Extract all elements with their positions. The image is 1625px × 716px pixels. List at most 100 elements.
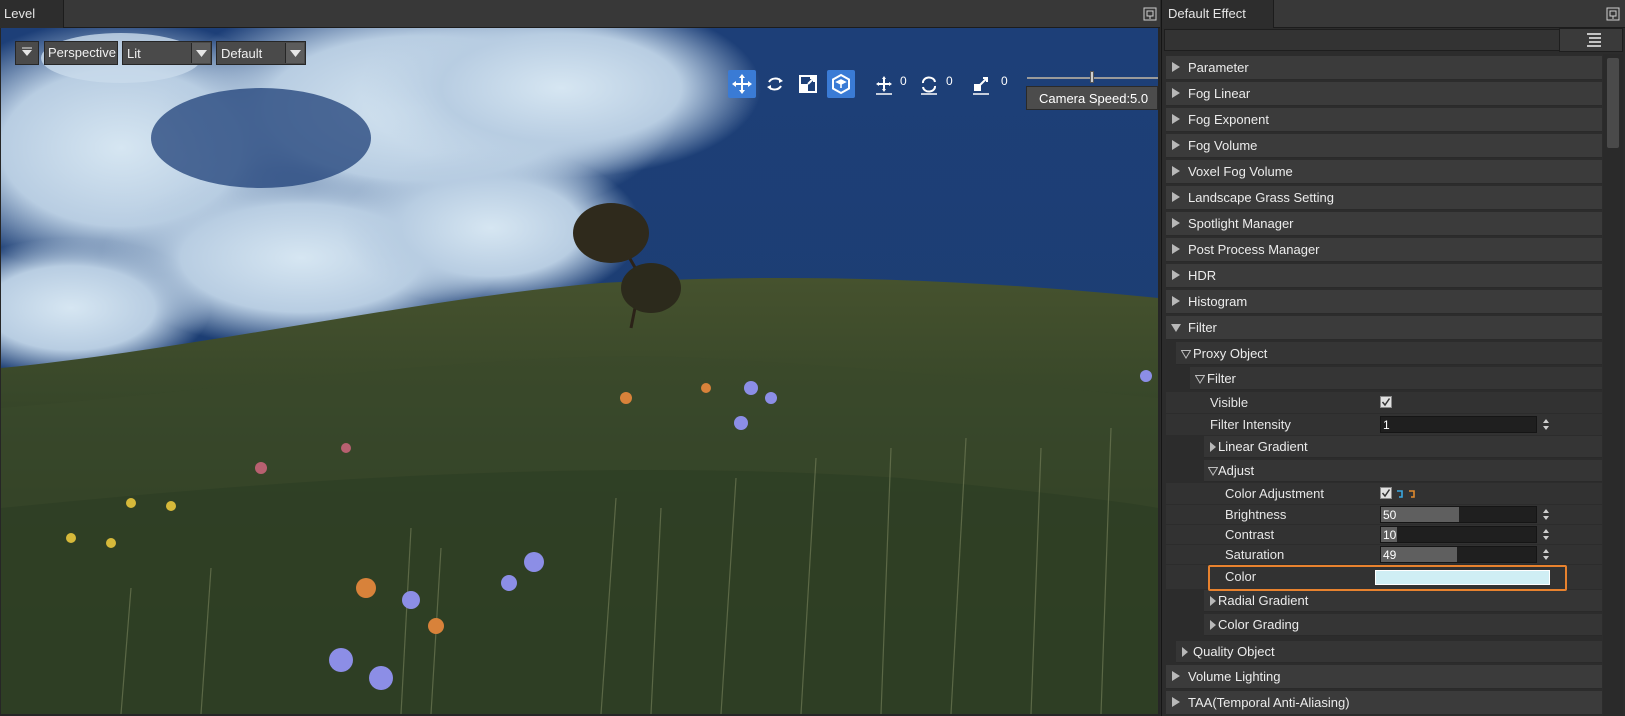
saturation-property: Saturation 49 [1166, 545, 1602, 564]
spinner-arrows-icon[interactable] [1541, 506, 1551, 523]
level-tab[interactable]: Level [0, 0, 64, 28]
expand-arrow-icon [1171, 140, 1181, 150]
collapse-arrow-outline-icon [1208, 466, 1218, 476]
adjust-group[interactable]: Adjust [1204, 460, 1602, 482]
saturation-value: 49 [1383, 548, 1397, 562]
section-label: Spotlight Manager [1188, 216, 1294, 231]
scale-snap-icon[interactable] [967, 70, 995, 98]
move-tool-icon[interactable] [728, 70, 756, 98]
contrast-label: Contrast [1225, 527, 1275, 542]
pin-icon[interactable] [1606, 7, 1620, 21]
section-label: Fog Volume [1188, 138, 1258, 153]
filter-group-label: Filter [1207, 371, 1236, 386]
section-label: Fog Linear [1188, 86, 1251, 101]
scale-tool-icon[interactable] [794, 70, 822, 98]
link-icon[interactable] [1395, 488, 1419, 500]
filter-group[interactable]: Filter [1190, 367, 1602, 390]
rotate-snap-value: 0 [946, 74, 953, 88]
section-label: Volume Lighting [1188, 669, 1281, 684]
section-hdr[interactable]: HDR [1166, 264, 1602, 288]
adjust-label: Adjust [1218, 463, 1255, 478]
collapse-arrow-outline-icon [1195, 374, 1205, 384]
spinner-arrows-icon[interactable] [1541, 546, 1551, 563]
radial-gradient-group[interactable]: Radial Gradient [1204, 590, 1602, 612]
translate-snap-value: 0 [900, 74, 907, 88]
chevron-down-icon [191, 43, 210, 63]
effect-tabbar: Default Effect [1162, 0, 1625, 28]
view-options-button[interactable] [1559, 28, 1623, 52]
section-taa[interactable]: TAA(Temporal Anti-Aliasing) [1166, 691, 1602, 715]
pin-icon[interactable] [1143, 7, 1157, 21]
show-flags-value: Default [221, 46, 263, 61]
section-spotlight-manager[interactable]: Spotlight Manager [1166, 212, 1602, 236]
brightness-slider[interactable]: 50 [1380, 506, 1537, 523]
camera-speed-slider-thumb[interactable] [1090, 71, 1094, 83]
linear-gradient-group[interactable]: Linear Gradient [1204, 436, 1602, 458]
rotate-tool-icon[interactable] [761, 70, 789, 98]
section-histogram[interactable]: Histogram [1166, 290, 1602, 314]
radial-gradient-label: Radial Gradient [1218, 593, 1309, 608]
section-landscape-grass-setting[interactable]: Landscape Grass Setting [1166, 186, 1602, 210]
translate-snap-icon[interactable] [870, 70, 898, 98]
expand-arrow-icon [1180, 647, 1190, 657]
section-parameter[interactable]: Parameter [1166, 56, 1602, 80]
color-adjustment-property: Color Adjustment [1166, 483, 1602, 504]
scene-viewport[interactable]: Perspective Lit Default 0 0 0 Camera Spe… [1, 28, 1158, 714]
rotate-snap-icon[interactable] [915, 70, 943, 98]
section-voxel-fog-volume[interactable]: Voxel Fog Volume [1166, 160, 1602, 184]
color-row-highlight [1208, 565, 1567, 591]
section-fog-exponent[interactable]: Fog Exponent [1166, 108, 1602, 132]
quality-object-group[interactable]: Quality Object [1176, 641, 1602, 663]
expand-arrow-icon [1208, 442, 1218, 452]
section-fog-volume[interactable]: Fog Volume [1166, 134, 1602, 158]
section-label: Fog Exponent [1188, 112, 1269, 127]
spinner-arrows-icon[interactable] [1541, 526, 1551, 543]
contrast-slider[interactable]: 10 [1380, 526, 1537, 543]
scrollbar-thumb[interactable] [1607, 58, 1619, 148]
linear-gradient-label: Linear Gradient [1218, 439, 1308, 454]
color-adjustment-checkbox[interactable] [1380, 487, 1392, 499]
level-panel: Level Perspective Lit Default 0 0 0 Came… [0, 0, 1160, 716]
expand-arrow-icon [1171, 671, 1181, 681]
expand-arrow-icon [1171, 270, 1181, 280]
section-label: Parameter [1188, 60, 1249, 75]
section-filter[interactable]: Filter [1166, 316, 1602, 340]
vertical-scrollbar[interactable] [1603, 54, 1623, 716]
visible-property: Visible [1166, 392, 1602, 413]
filter-intensity-field[interactable]: 1 [1380, 416, 1537, 433]
viewport-options-button[interactable] [15, 41, 39, 65]
view-mode-dropdown[interactable]: Lit [122, 41, 212, 65]
section-label: Filter [1188, 320, 1217, 335]
section-label: TAA(Temporal Anti-Aliasing) [1188, 695, 1350, 710]
spinner-arrows-icon[interactable] [1541, 416, 1551, 433]
chevron-down-icon [285, 43, 304, 63]
expand-arrow-icon [1171, 62, 1181, 72]
expand-arrow-icon [1171, 697, 1181, 707]
triangle-down-icon [22, 47, 32, 56]
effect-property-tree: Parameter Fog Linear Fog Exponent Fog Vo… [1162, 54, 1602, 716]
quality-object-label: Quality Object [1193, 644, 1275, 659]
section-volume-lighting[interactable]: Volume Lighting [1166, 665, 1602, 689]
proxy-object-group[interactable]: Proxy Object [1176, 342, 1602, 365]
saturation-slider[interactable]: 49 [1380, 546, 1537, 563]
expand-arrow-icon [1208, 620, 1218, 630]
world-local-icon[interactable] [827, 70, 855, 98]
search-input[interactable] [1164, 29, 1560, 51]
visible-label: Visible [1210, 395, 1249, 410]
camera-speed-display: Camera Speed:5.0 [1026, 86, 1158, 110]
color-adjustment-label: Color Adjustment [1225, 486, 1324, 501]
view-mode-value: Lit [127, 46, 141, 61]
visible-checkbox[interactable] [1380, 396, 1392, 408]
expand-arrow-icon [1171, 88, 1181, 98]
section-label: Post Process Manager [1188, 242, 1320, 257]
perspective-button[interactable]: Perspective [44, 41, 118, 65]
show-flags-dropdown[interactable]: Default [216, 41, 306, 65]
color-grading-label: Color Grading [1218, 617, 1299, 632]
expand-arrow-icon [1171, 218, 1181, 228]
section-fog-linear[interactable]: Fog Linear [1166, 82, 1602, 106]
effect-tab[interactable]: Default Effect [1162, 0, 1274, 28]
brightness-property: Brightness 50 [1166, 505, 1602, 524]
color-grading-group[interactable]: Color Grading [1204, 614, 1602, 636]
collapse-arrow-icon [1171, 323, 1181, 333]
section-post-process-manager[interactable]: Post Process Manager [1166, 238, 1602, 262]
